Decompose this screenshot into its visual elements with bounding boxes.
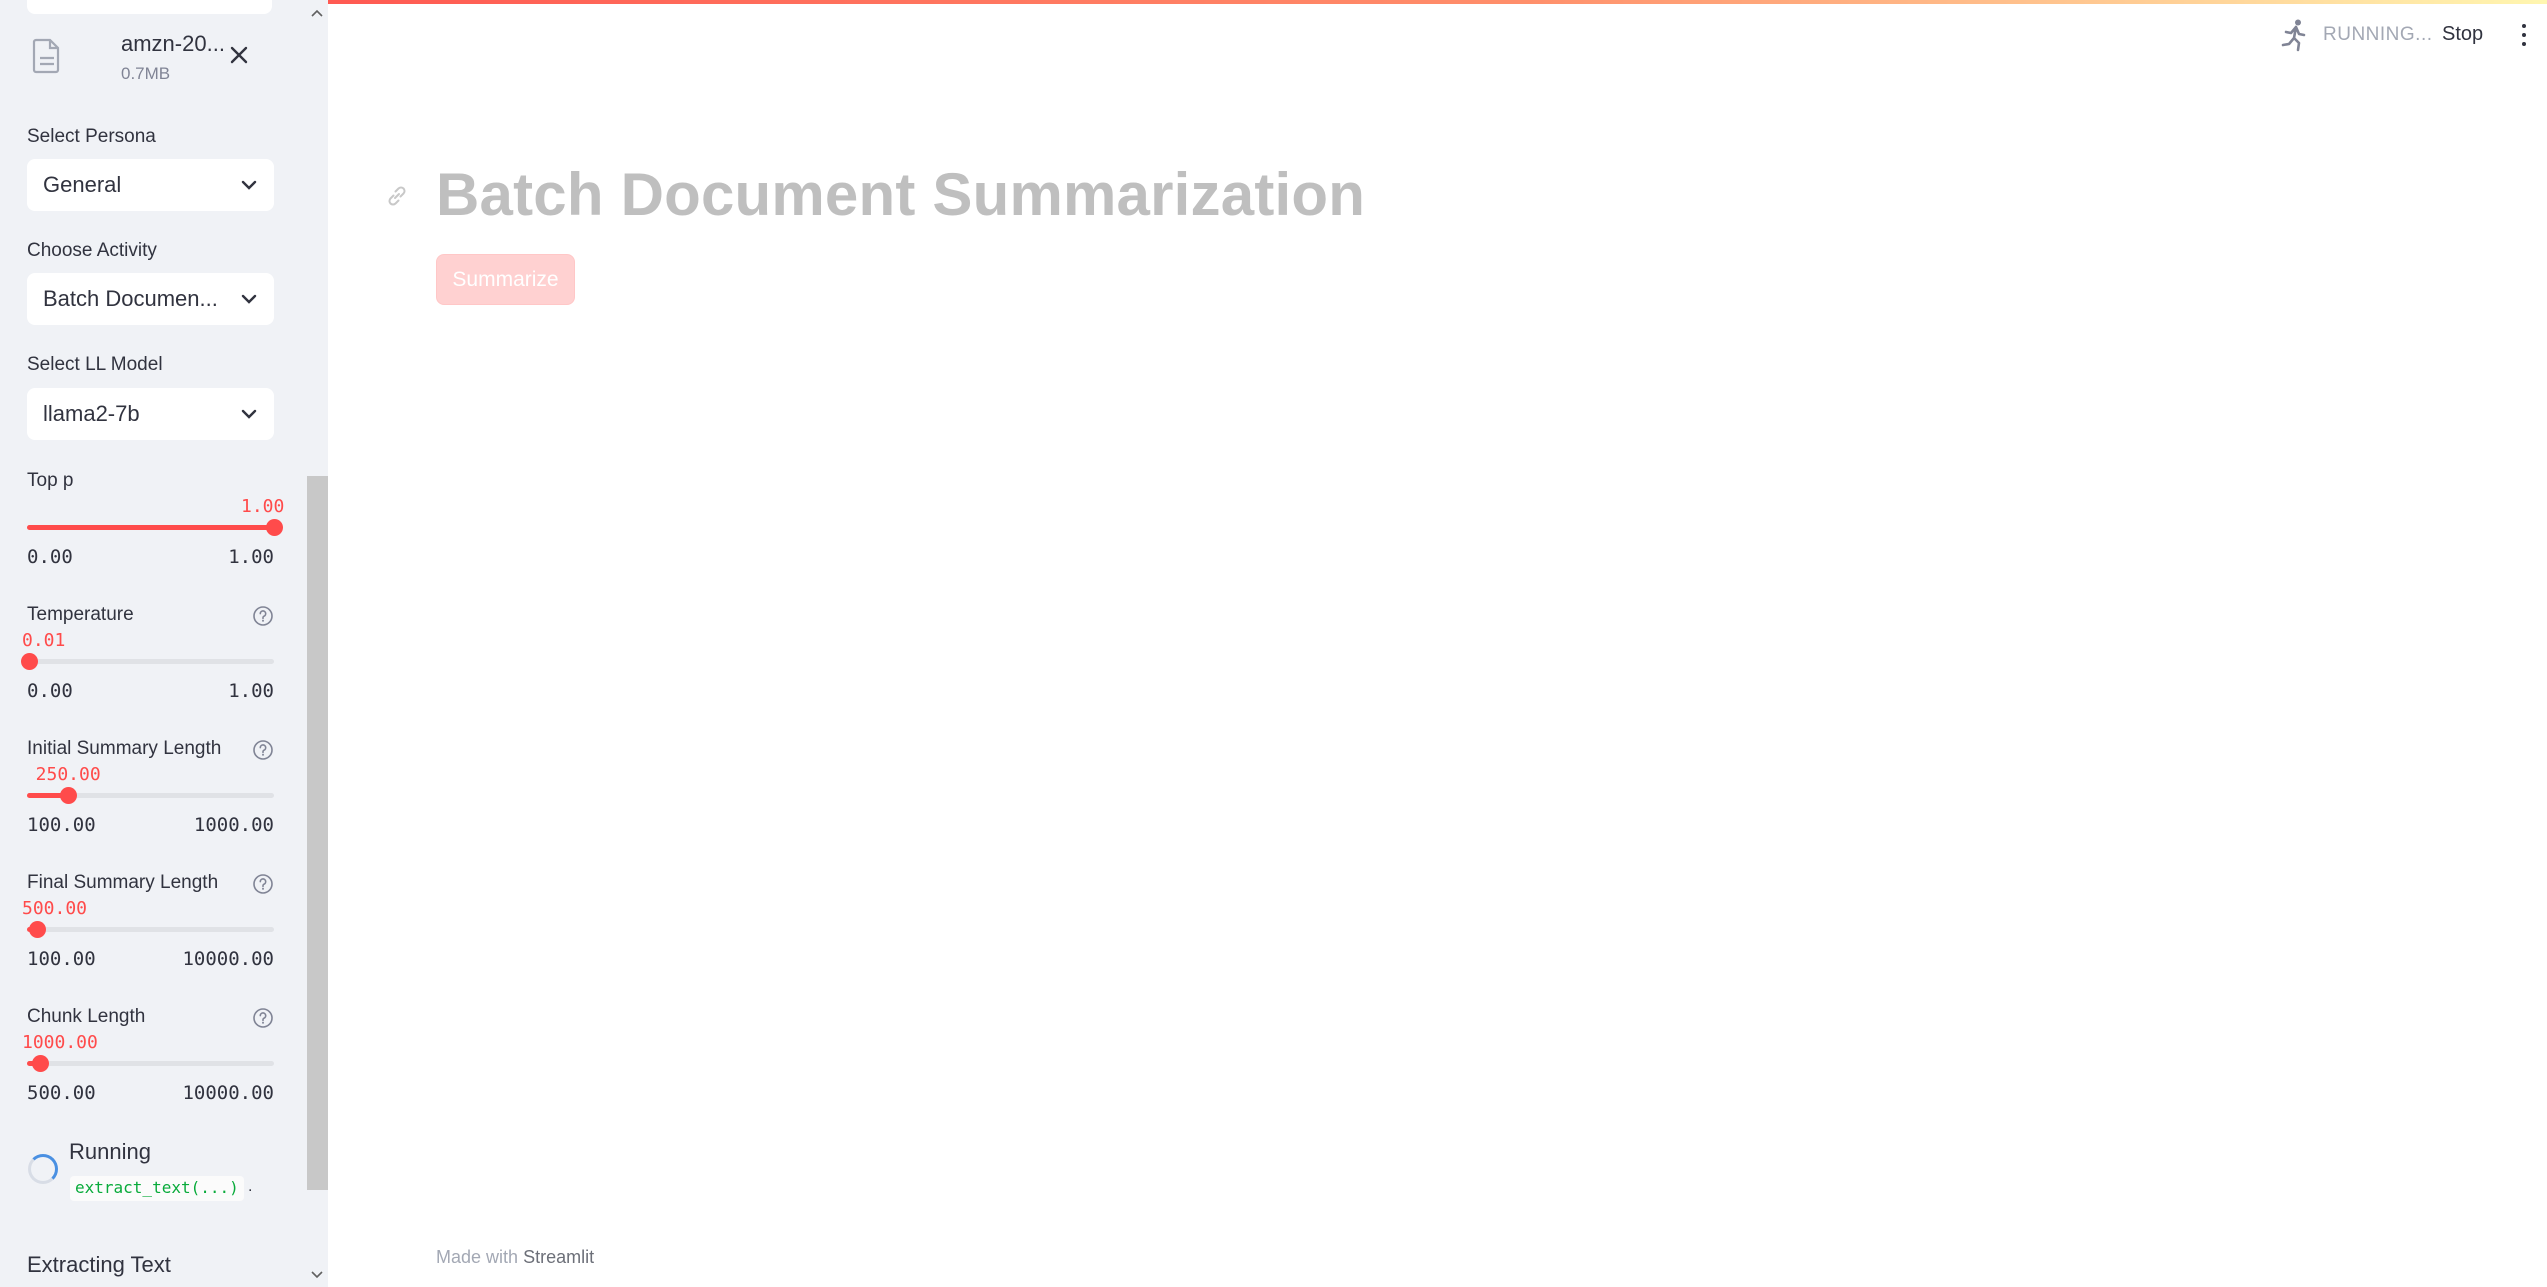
final-summary-length-max: 10000.00 bbox=[182, 948, 274, 970]
anchor-link-icon[interactable] bbox=[384, 183, 410, 209]
top-p-label: Top p bbox=[27, 470, 74, 491]
activity-select-value: Batch Documen... bbox=[43, 286, 218, 311]
chunk-length-max: 10000.00 bbox=[182, 1082, 274, 1104]
scroll-up-icon[interactable] bbox=[309, 4, 325, 22]
initial-summary-length-slider[interactable] bbox=[27, 787, 274, 804]
chevron-down-icon bbox=[240, 290, 258, 308]
loading-spinner-icon bbox=[28, 1154, 58, 1184]
file-uploader-dropzone[interactable] bbox=[27, 0, 272, 14]
top-p-max: 1.00 bbox=[228, 546, 274, 568]
initial-summary-length-slider-thumb[interactable] bbox=[60, 787, 78, 804]
progress-heading: Extracting Text bbox=[27, 1252, 171, 1277]
top-p-min: 0.00 bbox=[27, 546, 73, 568]
uploaded-file-name: amzn-20... bbox=[121, 31, 225, 56]
final-summary-length-min: 100.00 bbox=[27, 948, 96, 970]
close-icon bbox=[230, 46, 248, 64]
top-p-value: 1.00 bbox=[241, 496, 285, 517]
activity-select[interactable]: Batch Documen... bbox=[27, 273, 274, 325]
running-status-text: RUNNING... bbox=[2323, 24, 2433, 45]
initial-summary-length-label: Initial Summary Length bbox=[27, 738, 222, 759]
persona-label: Select Persona bbox=[27, 126, 156, 147]
temperature-slider[interactable] bbox=[21, 653, 274, 670]
running-man-icon bbox=[2280, 18, 2310, 52]
top-p-slider-thumb[interactable] bbox=[266, 519, 283, 536]
chunk-length-label: Chunk Length bbox=[27, 1006, 146, 1027]
final-summary-length-label: Final Summary Length bbox=[27, 872, 219, 893]
footer: Made with Streamlit bbox=[436, 1247, 594, 1268]
help-icon[interactable] bbox=[252, 739, 274, 761]
help-icon[interactable] bbox=[252, 873, 274, 895]
footer-brand-link[interactable]: Streamlit bbox=[523, 1247, 594, 1267]
remove-file-button[interactable] bbox=[226, 42, 252, 68]
help-icon[interactable] bbox=[252, 605, 274, 627]
help-icon[interactable] bbox=[252, 1007, 274, 1029]
chunk-length-slider[interactable] bbox=[27, 1055, 274, 1072]
temperature-label: Temperature bbox=[27, 604, 134, 625]
chunk-length-slider-thumb[interactable] bbox=[31, 1055, 49, 1072]
uploaded-file-size: 0.7MB bbox=[121, 64, 171, 83]
temperature-min: 0.00 bbox=[27, 680, 73, 702]
initial-summary-length-value: 250.00 bbox=[35, 764, 101, 785]
temperature-value: 0.01 bbox=[22, 630, 66, 651]
model-select-value: llama2-7b bbox=[43, 401, 140, 426]
initial-summary-length-min: 100.00 bbox=[27, 814, 96, 836]
summarize-button[interactable]: Summarize bbox=[436, 254, 575, 305]
stop-button[interactable]: Stop bbox=[2442, 23, 2483, 46]
model-label: Select LL Model bbox=[27, 354, 163, 375]
top-p-slider[interactable] bbox=[27, 519, 283, 536]
chevron-down-icon bbox=[240, 176, 258, 194]
status-running-label: Running bbox=[69, 1139, 151, 1164]
final-summary-length-slider-thumb[interactable] bbox=[28, 921, 46, 938]
running-progress-bar bbox=[0, 0, 2547, 4]
footer-prefix: Made with bbox=[436, 1247, 519, 1267]
final-summary-length-slider[interactable] bbox=[27, 921, 274, 938]
model-select[interactable]: llama2-7b bbox=[27, 388, 274, 440]
scroll-down-icon[interactable] bbox=[309, 1266, 325, 1284]
file-icon bbox=[32, 38, 62, 74]
status-code: extract_text(...) bbox=[70, 1176, 244, 1201]
chevron-down-icon bbox=[240, 405, 258, 423]
sidebar-scrollbar-thumb[interactable] bbox=[307, 476, 328, 1190]
chunk-length-value: 1000.00 bbox=[22, 1032, 98, 1053]
temperature-max: 1.00 bbox=[228, 680, 274, 702]
initial-summary-length-max: 1000.00 bbox=[193, 814, 274, 836]
activity-label: Choose Activity bbox=[27, 240, 157, 261]
main-menu-icon[interactable] bbox=[2516, 20, 2532, 50]
temperature-slider-thumb[interactable] bbox=[21, 653, 39, 670]
top-p-slider-fill bbox=[27, 525, 274, 530]
status-code-suffix: . bbox=[248, 1178, 253, 1195]
page-title: Batch Document Summarization bbox=[436, 161, 1366, 228]
sidebar: amzn-20... 0.7MB Select Persona General … bbox=[0, 0, 328, 1287]
chunk-length-min: 500.00 bbox=[27, 1082, 96, 1104]
final-summary-length-value: 500.00 bbox=[22, 898, 88, 919]
persona-select-value: General bbox=[43, 172, 122, 197]
persona-select[interactable]: General bbox=[27, 159, 274, 211]
